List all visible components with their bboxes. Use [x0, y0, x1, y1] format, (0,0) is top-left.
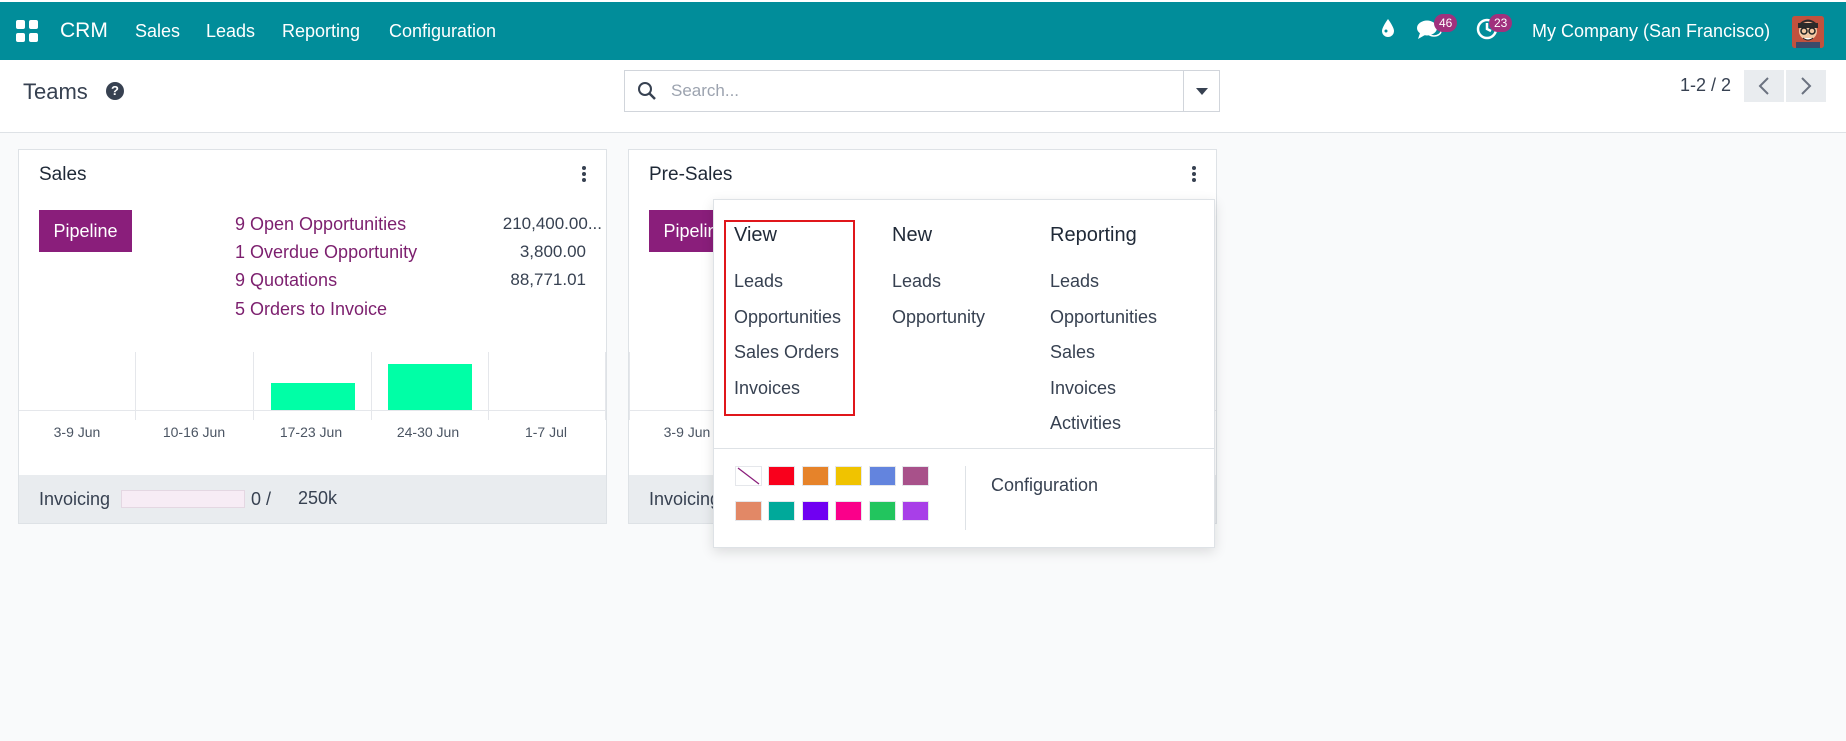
pipeline-button[interactable]: Pipeline	[39, 210, 132, 252]
view-leads-item[interactable]: Leads	[734, 271, 783, 292]
view-invoices-item[interactable]: Invoices	[734, 378, 800, 399]
view-sales-orders-item[interactable]: Sales Orders	[734, 342, 839, 363]
color-swatch[interactable]	[735, 466, 762, 486]
color-swatch[interactable]	[902, 501, 929, 521]
messages-badge: 46	[1434, 14, 1458, 32]
chevron-left-icon	[1758, 77, 1769, 95]
color-swatch[interactable]	[768, 466, 796, 486]
card-footer: Invoicing 0 / 250k	[19, 475, 606, 523]
color-swatch[interactable]	[801, 501, 829, 521]
card-dropdown-icon[interactable]	[582, 166, 586, 182]
invoicing-target[interactable]: 250k	[298, 488, 337, 509]
team-card-sales: Sales Pipeline 9 Open Opportunities 210,…	[18, 149, 607, 524]
menu-leads[interactable]: Leads	[206, 21, 255, 42]
invoicing-value: 0 /	[251, 489, 272, 509]
pager-previous-button[interactable]	[1744, 70, 1784, 102]
top-navbar: CRM Sales Leads Reporting Configuration …	[0, 0, 1846, 60]
color-swatch[interactable]	[735, 501, 762, 521]
configuration-item[interactable]: Configuration	[991, 475, 1098, 496]
overdue-opportunity-link[interactable]: 1 Overdue Opportunity	[235, 242, 417, 263]
control-panel: Teams ? 1-2 / 2	[0, 60, 1846, 133]
open-opportunities-link[interactable]: 9 Open Opportunities	[235, 214, 406, 235]
card-dropdown-menu: View Leads Opportunities Sales Orders In…	[713, 199, 1215, 548]
droplet-icon[interactable]	[1381, 18, 1395, 43]
company-switcher[interactable]: My Company (San Francisco)	[1532, 21, 1770, 42]
team-name[interactable]: Sales	[39, 164, 87, 186]
invoicing-label: Invoicing	[39, 489, 111, 509]
graph-bar[interactable]	[270, 382, 355, 410]
search-icon	[638, 82, 656, 100]
activities-badge: 23	[1489, 14, 1513, 32]
caret-down-icon	[1196, 88, 1208, 95]
open-opportunities-value: 210,400.00...	[502, 214, 602, 233]
overdue-opportunity-value: 3,800.00	[519, 242, 586, 261]
color-swatch[interactable]	[868, 466, 896, 486]
reporting-invoices-item[interactable]: Invoices	[1050, 378, 1116, 399]
orders-to-invoice-link[interactable]: 5 Orders to Invoice	[235, 299, 387, 320]
graph-xlabel: 1-7 Jul	[524, 424, 568, 440]
reporting-activities-item[interactable]: Activities	[1050, 413, 1121, 434]
dropdown-vertical-divider	[965, 466, 966, 530]
invoicing-progress-bar	[121, 490, 245, 508]
graph-xlabel: 24-30 Jun	[396, 424, 460, 440]
search-options-toggle[interactable]	[1183, 71, 1219, 111]
menu-configuration[interactable]: Configuration	[389, 21, 496, 42]
new-leads-item[interactable]: Leads	[892, 271, 941, 292]
graph-xlabel: 3-9 Jun	[53, 424, 101, 440]
color-swatch[interactable]	[835, 501, 863, 521]
color-swatch[interactable]	[801, 466, 829, 486]
team-name[interactable]: Pre-Sales	[649, 164, 732, 186]
reporting-sales-item[interactable]: Sales	[1050, 342, 1095, 363]
color-swatch[interactable]	[768, 501, 796, 521]
quotations-value: 88,771.01	[510, 270, 586, 289]
search-bar	[624, 70, 1220, 112]
view-opportunities-item[interactable]: Opportunities	[734, 307, 841, 328]
page-title: Teams	[23, 79, 88, 104]
search-input[interactable]	[671, 79, 1151, 103]
help-icon[interactable]: ?	[106, 82, 124, 100]
dropdown-reporting-title: Reporting	[1050, 224, 1137, 246]
reporting-leads-item[interactable]: Leads	[1050, 271, 1099, 292]
color-swatch[interactable]	[902, 466, 929, 486]
dropdown-view-title: View	[734, 224, 777, 246]
color-swatch[interactable]	[868, 501, 896, 521]
pager-value[interactable]: 1-2 / 2	[1680, 75, 1731, 96]
app-brand[interactable]: CRM	[60, 19, 108, 43]
apps-menu-icon[interactable]	[16, 20, 38, 42]
color-swatch[interactable]	[835, 466, 863, 486]
user-avatar[interactable]	[1792, 16, 1824, 48]
reporting-opportunities-item[interactable]: Opportunities	[1050, 307, 1157, 328]
menu-reporting[interactable]: Reporting	[282, 21, 360, 42]
quotations-link[interactable]: 9 Quotations	[235, 270, 337, 291]
invoicing-label: Invoicing	[649, 489, 721, 509]
new-opportunity-item[interactable]: Opportunity	[892, 307, 985, 328]
pager-next-button[interactable]	[1786, 70, 1826, 102]
card-dropdown-icon[interactable]	[1192, 166, 1196, 182]
graph-bar[interactable]	[387, 363, 472, 410]
chevron-right-icon	[1801, 77, 1812, 95]
graph-xlabel: 17-23 Jun	[279, 424, 343, 440]
menu-sales[interactable]: Sales	[135, 21, 180, 42]
dropdown-new-title: New	[892, 224, 933, 246]
graph-xlabel: 10-16 Jun	[162, 424, 226, 440]
dropdown-divider	[714, 448, 1214, 449]
